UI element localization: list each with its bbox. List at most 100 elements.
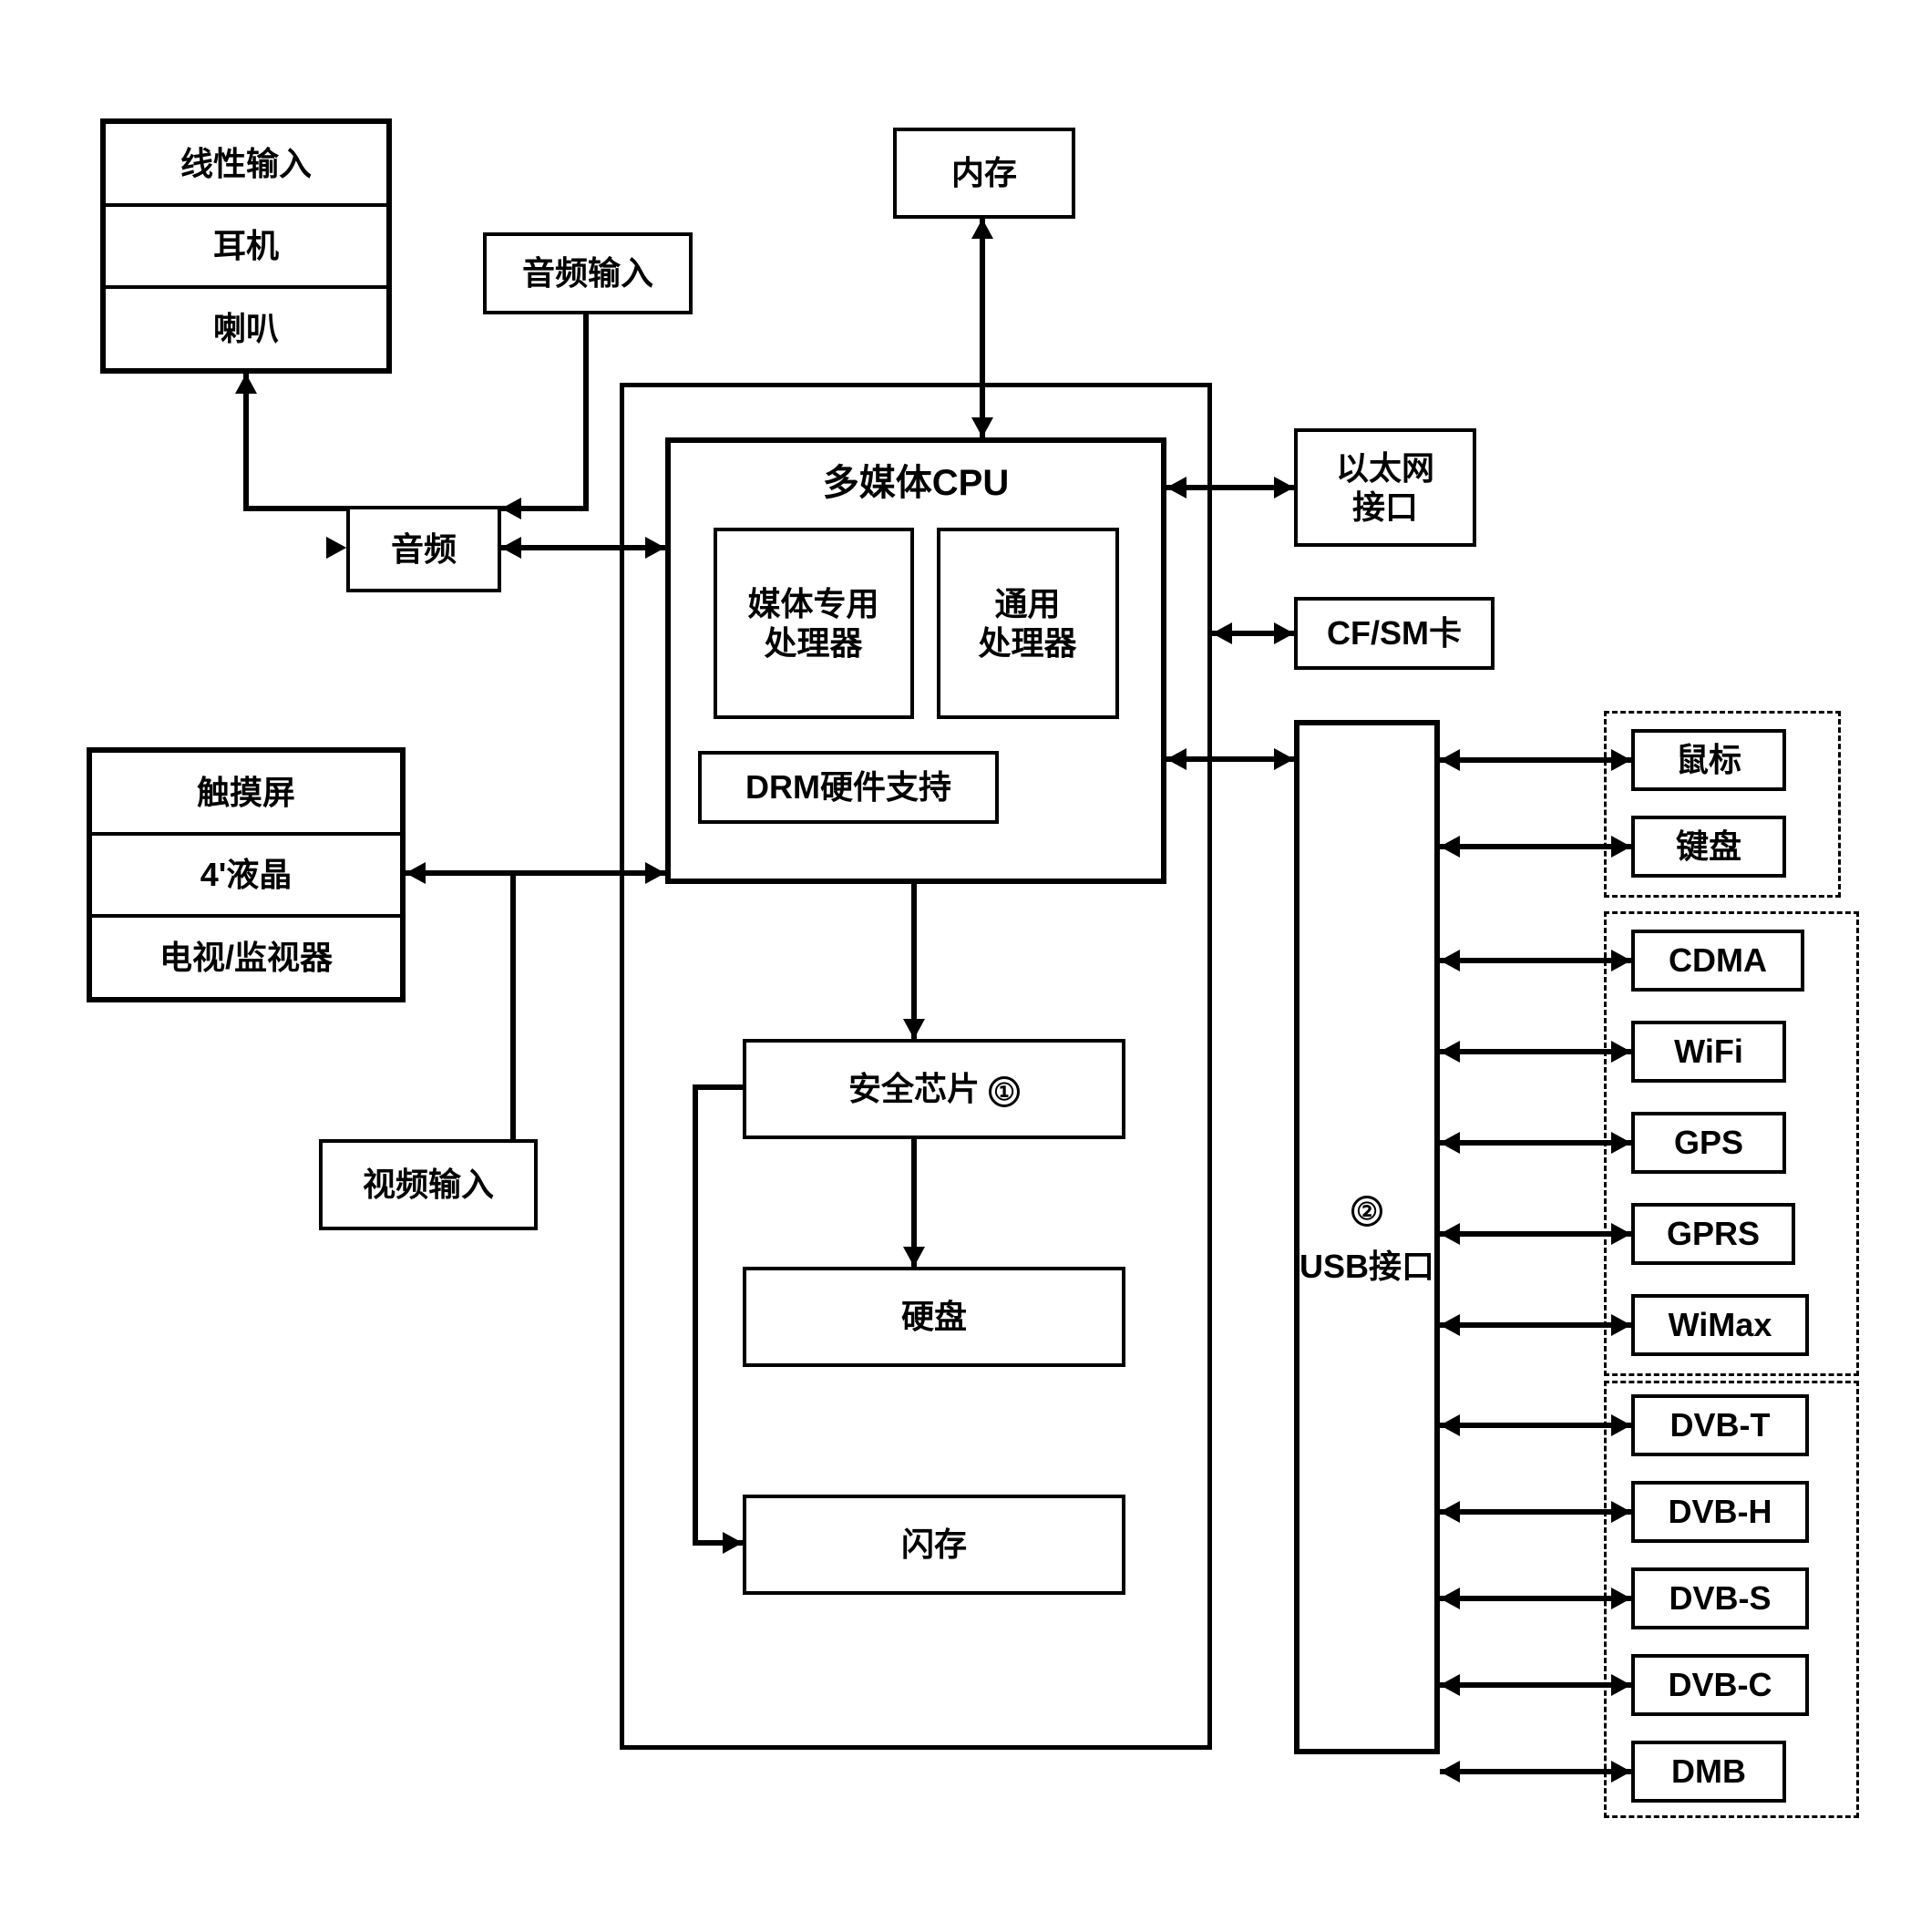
general-processor-label: 通用 处理器 <box>978 584 1076 663</box>
arrowhead-icon <box>235 374 257 394</box>
arrowhead-icon <box>1611 1588 1631 1609</box>
arrow-memory-cpu <box>980 219 985 437</box>
cpu-block: 多媒体CPU 媒体专用 处理器 通用 处理器 DRM硬件支持 <box>665 437 1166 884</box>
arrowhead-icon <box>1611 1761 1631 1783</box>
arrowhead-icon <box>1611 1674 1631 1696</box>
arrowhead-icon <box>501 537 521 559</box>
arrowhead-icon <box>723 1532 743 1554</box>
arrowhead-icon <box>1611 950 1631 971</box>
drm-label: DRM硬件支持 <box>745 767 951 807</box>
arrowhead-icon <box>971 417 993 437</box>
arrowhead-icon <box>645 537 665 559</box>
drm-box: DRM硬件支持 <box>698 751 999 824</box>
security-mark: ① <box>989 1069 1020 1108</box>
line-sec-flash-top <box>693 1084 743 1090</box>
arrow-usb-dvbh <box>1440 1509 1631 1515</box>
arrowhead-icon <box>1440 950 1460 971</box>
arrowhead-icon <box>1274 477 1294 498</box>
arrowhead-icon <box>903 1247 925 1267</box>
arrowhead-icon <box>1440 749 1460 771</box>
ethernet-label: 以太网 接口 <box>1336 448 1434 527</box>
tv-monitor-label: 电视/监视器 <box>92 918 400 997</box>
security-chip-box: 安全芯片 ① <box>743 1039 1125 1139</box>
arrowhead-icon <box>971 219 993 239</box>
arrowhead-icon <box>1440 1223 1460 1245</box>
touchscreen-label: 触摸屏 <box>92 753 400 836</box>
cfsm-label: CF/SM卡 <box>1327 613 1462 653</box>
audio-label: 音频 <box>391 529 457 569</box>
hdd-label: 硬盘 <box>901 1297 967 1336</box>
diagram-canvas: 线性输入 耳机 喇叭 音频输入 内存 音频 多媒体CPU 媒体专用 处理器 通用… <box>0 0 1921 1932</box>
dashed-group-input-devices <box>1604 711 1841 898</box>
flash-box: 闪存 <box>743 1495 1125 1595</box>
arrow-usb-dvbs <box>1440 1596 1631 1601</box>
cpu-title: 多媒体CPU <box>823 461 1009 505</box>
arrow-audio-cpu <box>501 545 665 550</box>
lcd-label: 4'液晶 <box>92 836 400 919</box>
arrow-usb-wimax <box>1440 1322 1631 1328</box>
arrow-usb-gprs <box>1440 1231 1631 1237</box>
line-audio-to-outputs-h <box>243 506 346 511</box>
audio-box: 音频 <box>346 506 501 592</box>
media-processor-box: 媒体专用 处理器 <box>714 528 914 719</box>
arrow-usb-cdma <box>1440 958 1631 963</box>
arrowhead-icon <box>1440 1588 1460 1609</box>
memory-label: 内存 <box>951 153 1017 192</box>
arrowhead-icon <box>1611 1501 1631 1523</box>
arrow-usb-mouse <box>1440 757 1631 763</box>
arrowhead-icon <box>1440 1674 1460 1696</box>
arrowhead-icon <box>1166 748 1186 770</box>
arrowhead-icon <box>645 862 665 884</box>
security-chip-label: 安全芯片 <box>848 1069 980 1108</box>
arrowhead-icon <box>1440 836 1460 858</box>
arrow-video-cpu <box>406 870 665 876</box>
arrowhead-icon <box>1166 477 1186 498</box>
speaker-label: 喇叭 <box>106 289 386 368</box>
cfsm-box: CF/SM卡 <box>1294 597 1495 670</box>
arrowhead-icon <box>1440 1314 1460 1336</box>
dashed-group-wireless <box>1604 911 1859 1376</box>
memory-box: 内存 <box>893 128 1075 219</box>
arrow-usb-gps <box>1440 1140 1631 1146</box>
arrowhead-icon <box>1440 1414 1460 1436</box>
line-sec-flash-v <box>693 1084 698 1540</box>
arrow-usb-wifi <box>1440 1049 1631 1054</box>
arrowhead-icon <box>406 862 426 884</box>
ethernet-box: 以太网 接口 <box>1294 428 1476 547</box>
arrowhead-icon <box>1274 748 1294 770</box>
arrowhead-icon <box>1440 1501 1460 1523</box>
arrowhead-icon <box>501 498 521 519</box>
usb-mark: ② <box>1351 1188 1382 1228</box>
arrowhead-icon <box>1611 1223 1631 1245</box>
flash-label: 闪存 <box>901 1525 967 1564</box>
audio-output-block: 线性输入 耳机 喇叭 <box>100 118 392 374</box>
arrow-usb-dmb <box>1440 1769 1631 1774</box>
arrowhead-icon <box>326 537 346 559</box>
arrowhead-icon <box>903 1019 925 1039</box>
arrowhead-icon <box>1611 836 1631 858</box>
arrow-usb-dvbc <box>1440 1682 1631 1688</box>
arrowhead-icon <box>1611 1414 1631 1436</box>
hdd-box: 硬盘 <box>743 1267 1125 1367</box>
arrowhead-icon <box>1611 1132 1631 1154</box>
usb-label: USB接口 <box>1300 1247 1434 1286</box>
audio-input-box: 音频输入 <box>483 232 693 314</box>
arrow-usb-keyboard <box>1440 844 1631 849</box>
video-input-label: 视频输入 <box>363 1165 494 1204</box>
arrowhead-icon <box>1440 1041 1460 1063</box>
arrowhead-icon <box>1440 1761 1460 1783</box>
general-processor-box: 通用 处理器 <box>937 528 1119 719</box>
video-input-box: 视频输入 <box>319 1139 538 1230</box>
arrowhead-icon <box>1440 1132 1460 1154</box>
headphone-label: 耳机 <box>106 207 386 290</box>
video-output-block: 触摸屏 4'液晶 电视/监视器 <box>87 747 406 1002</box>
arrowhead-icon <box>1611 1314 1631 1336</box>
arrow-cpu-security <box>911 884 917 1039</box>
arrowhead-icon <box>1611 1041 1631 1063</box>
linear-input-label: 线性输入 <box>106 124 386 207</box>
arrowhead-icon <box>1611 749 1631 771</box>
usb-box: ② USB接口 <box>1294 720 1440 1754</box>
arrow-usb-dvbt <box>1440 1423 1631 1428</box>
arrowhead-icon <box>1274 622 1294 644</box>
audio-input-label: 音频输入 <box>522 253 653 293</box>
